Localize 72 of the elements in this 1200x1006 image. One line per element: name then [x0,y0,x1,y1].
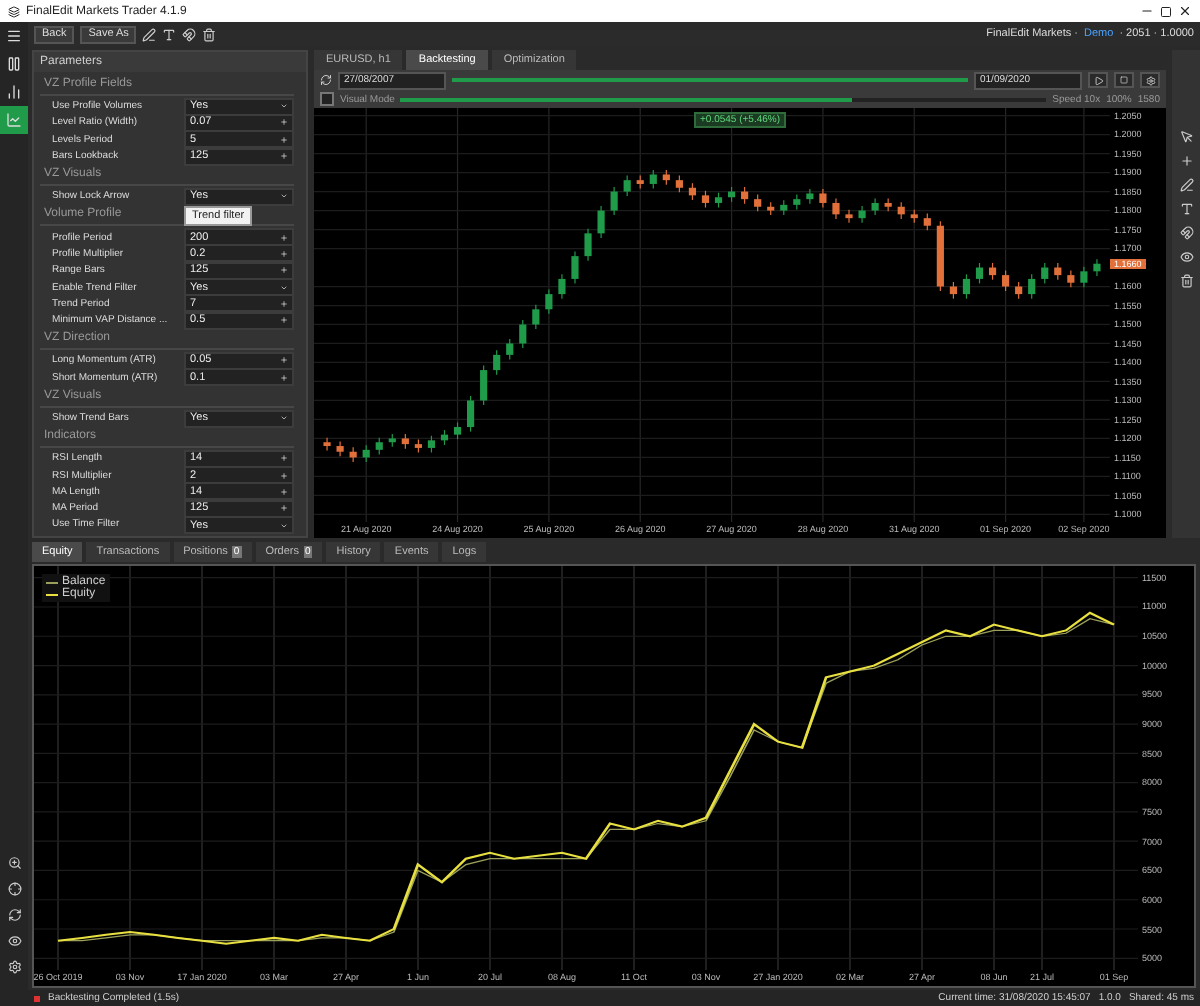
candlestick [962,273,971,300]
zoom-icon[interactable] [7,856,21,870]
candlestick [623,175,631,197]
line-chart-icon [6,112,22,128]
candlestick [819,188,827,209]
refresh-icon[interactable] [7,908,21,922]
stepper-icon [280,504,288,513]
candlestick [1093,258,1101,277]
app-icon [8,5,20,17]
candlestick [1080,266,1088,288]
candlestick [558,273,566,300]
candlestick [506,338,514,361]
magnet-icon[interactable] [1179,226,1193,240]
stepper-icon [280,233,288,242]
bar-chart-icon [6,84,22,100]
stepper-icon [280,471,288,480]
magnet-icon[interactable] [182,27,197,41]
candlestick [480,364,488,406]
play-button[interactable] [1088,72,1108,88]
settings-button[interactable] [1140,72,1160,88]
refresh-icon[interactable] [320,74,332,86]
pen-icon[interactable] [1179,178,1193,192]
stepper-icon [280,152,288,161]
candlestick [493,349,501,376]
settings-icon[interactable] [7,960,21,974]
candlestick [597,205,605,239]
candlestick [858,205,866,224]
close-icon[interactable] [1178,4,1192,18]
pen-icon[interactable] [142,27,157,41]
stop-button[interactable] [1114,72,1134,88]
candlestick [649,169,657,190]
stepper-icon [280,118,288,127]
stepper-icon [280,135,288,144]
stepper-icon [280,299,288,308]
maximize-icon[interactable] [1160,5,1172,17]
stepper-icon [280,316,288,325]
candlestick [467,395,475,433]
eye-icon[interactable] [1179,250,1193,264]
trash-icon[interactable] [1179,274,1193,288]
text-icon[interactable] [162,27,177,41]
trash-icon[interactable] [202,27,217,41]
plus-icon[interactable] [1179,154,1193,168]
candlestick [336,440,344,457]
candlestick [832,197,840,220]
checkbox[interactable] [320,92,334,106]
candlestick [1028,273,1036,300]
candlestick [571,250,579,285]
candlestick [519,319,527,349]
stepper-icon [280,356,288,365]
candlestick [871,197,879,216]
candlestick [975,262,984,285]
stepper-icon [280,249,288,258]
candlestick [1002,269,1010,292]
candlestick [584,228,592,262]
eye-icon[interactable] [7,934,21,948]
crosshair-icon[interactable] [7,882,21,896]
pause-icon [6,56,22,72]
candlestick [806,188,814,205]
candlestick [323,437,331,452]
menu-icon [6,28,22,44]
pointer-icon[interactable] [1179,130,1193,144]
candlestick [545,288,553,315]
candlestick [610,186,618,216]
candlestick [532,304,540,330]
candlestick [845,209,853,224]
minimize-icon[interactable] [1140,4,1154,18]
stepper-icon [280,373,288,382]
stepper-icon [280,454,288,463]
stepper-icon [280,487,288,496]
stepper-icon [280,266,288,275]
text-icon[interactable] [1179,202,1193,216]
candlestick [1041,262,1049,285]
